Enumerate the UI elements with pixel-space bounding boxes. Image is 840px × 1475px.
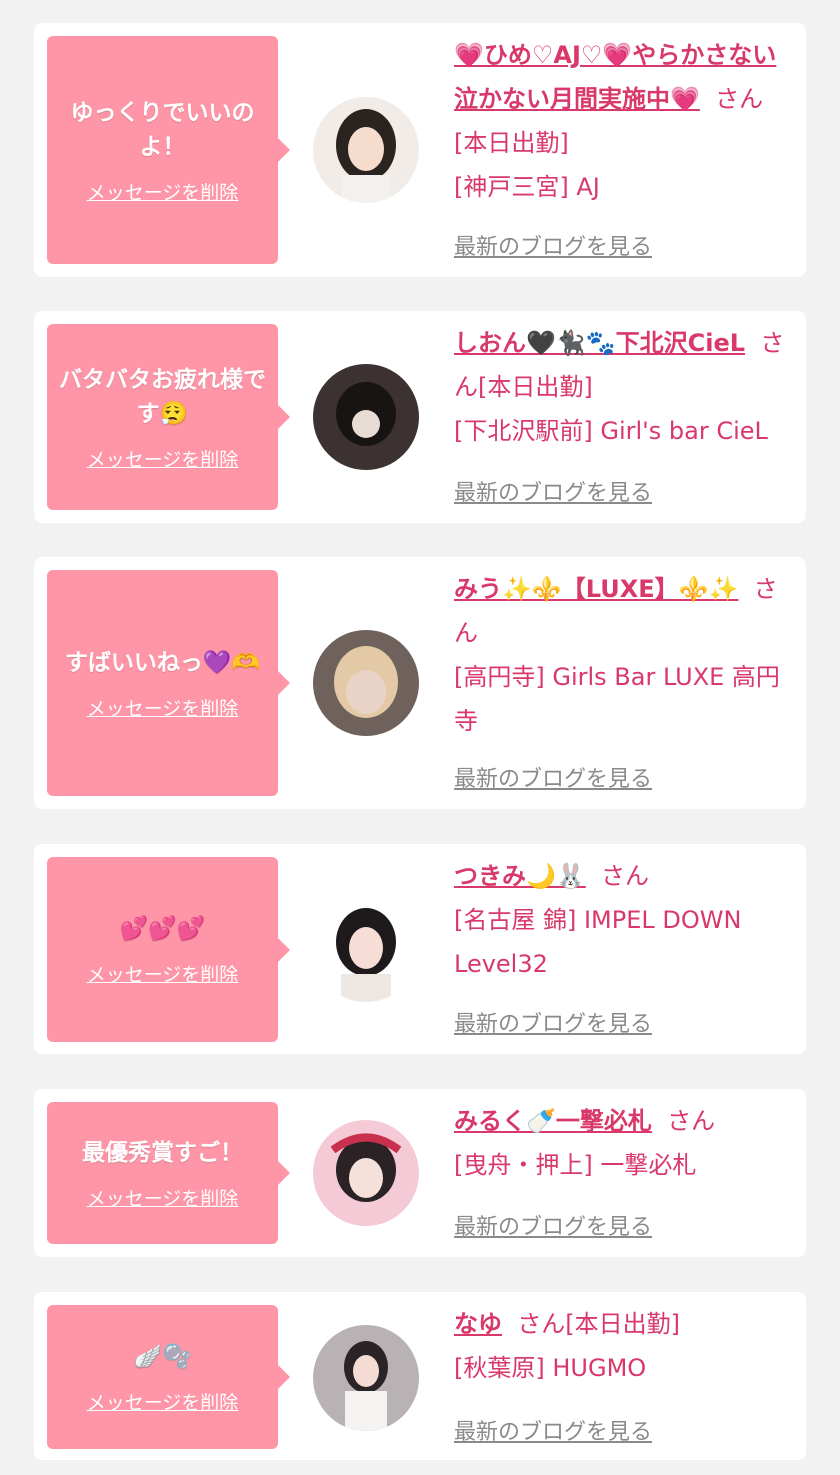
- cast-info: なゆ さん[本日出勤] [秋葉原] HUGMO: [454, 1302, 794, 1390]
- shop-label: [秋葉原] HUGMO: [454, 1354, 647, 1382]
- cast-info: 💗ひめ♡AJ♡💗やらかさない泣かない月間実施中💗 さん[本日出勤] [神戸三宮]…: [454, 33, 794, 209]
- avatar[interactable]: [313, 1120, 419, 1226]
- shop-label: [曳舟・押上] 一撃必札: [454, 1151, 697, 1179]
- cast-name-link[interactable]: しおん🖤🐈‍⬛🐾下北沢CieL: [454, 329, 745, 357]
- cast-info: つきみ🌙🐰 さん [名古屋 錦] IMPEL DOWN Level32: [454, 854, 794, 986]
- message-bubble: 🪽🫧 メッセージを削除: [47, 1305, 290, 1449]
- message-text: 最優秀賞すご！: [82, 1139, 243, 1166]
- message-bubble: 💕💕💕 メッセージを削除: [47, 857, 290, 1042]
- honorific: さん: [517, 1310, 566, 1338]
- latest-blog-link[interactable]: 最新のブログを見る: [454, 1006, 652, 1038]
- avatar[interactable]: [313, 97, 419, 203]
- shop-label: [名古屋 錦] IMPEL DOWN Level32: [454, 906, 742, 978]
- message-card: 💕💕💕 メッセージを削除 つきみ🌙🐰 さん [名古屋 錦] IMPEL DOWN…: [34, 844, 806, 1054]
- latest-blog-link[interactable]: 最新のブログを見る: [454, 761, 652, 793]
- cast-name-link[interactable]: みるく🍼一撃必札: [454, 1107, 652, 1135]
- message-text: 💕💕💕: [119, 916, 206, 942]
- cast-info: みるく🍼一撃必札 さん [曳舟・押上] 一撃必札: [454, 1099, 794, 1187]
- attendance-status: [本日出勤]: [565, 1310, 680, 1338]
- latest-blog-link[interactable]: 最新のブログを見る: [454, 1209, 652, 1241]
- delete-message-link[interactable]: メッセージを削除: [87, 1184, 239, 1211]
- attendance-status: [本日出勤]: [478, 373, 593, 401]
- avatar[interactable]: [313, 630, 419, 736]
- cast-name-link[interactable]: つきみ🌙🐰: [454, 862, 586, 890]
- latest-blog-link[interactable]: 最新のブログを見る: [454, 229, 652, 261]
- message-text: すばいいねっ💜🫶: [64, 649, 261, 676]
- shop-label: [高円寺] Girls Bar LUXE 高円寺: [454, 663, 780, 735]
- cast-name-link[interactable]: なゆ: [454, 1310, 502, 1338]
- honorific: さん: [715, 85, 764, 113]
- shop-label: [下北沢駅前] Girl's bar CieL: [454, 417, 768, 445]
- delete-message-link[interactable]: メッセージを削除: [87, 178, 239, 205]
- message-text: 🪽🫧: [133, 1343, 192, 1370]
- message-bubble: 最優秀賞すご！ メッセージを削除: [47, 1102, 290, 1244]
- message-text: バタバタお疲れ様です😮‍💨: [59, 366, 266, 427]
- delete-message-link[interactable]: メッセージを削除: [87, 960, 239, 987]
- delete-message-link[interactable]: メッセージを削除: [87, 694, 239, 721]
- message-bubble: すばいいねっ💜🫶 メッセージを削除: [47, 570, 290, 796]
- delete-message-link[interactable]: メッセージを削除: [87, 1388, 239, 1415]
- cast-info: しおん🖤🐈‍⬛🐾下北沢CieL さん[本日出勤] [下北沢駅前] Girl's …: [454, 321, 794, 453]
- message-bubble: ゆっくりでいいのよ！ メッセージを削除: [47, 36, 290, 264]
- message-card: ゆっくりでいいのよ！ メッセージを削除 💗ひめ♡AJ♡💗やらかさない泣かない月間…: [34, 23, 806, 277]
- delete-message-link[interactable]: メッセージを削除: [87, 445, 239, 472]
- avatar[interactable]: [313, 364, 419, 470]
- message-card: 最優秀賞すご！ メッセージを削除 みるく🍼一撃必札 さん [曳舟・押上] 一撃必…: [34, 1089, 806, 1257]
- latest-blog-link[interactable]: 最新のブログを見る: [454, 1414, 652, 1446]
- avatar[interactable]: [313, 1325, 419, 1431]
- message-text: ゆっくりでいいのよ！: [70, 99, 255, 160]
- message-card: 🪽🫧 メッセージを削除 なゆ さん[本日出勤] [秋葉原] HUGMO 最新のブ…: [34, 1292, 806, 1460]
- shop-label: [神戸三宮] AJ: [454, 173, 600, 201]
- message-card: バタバタお疲れ様です😮‍💨 メッセージを削除 しおん🖤🐈‍⬛🐾下北沢CieL さ…: [34, 311, 806, 523]
- cast-info: みう✨⚜️【LUXE】⚜️✨ さん [高円寺] Girls Bar LUXE 高…: [454, 567, 794, 743]
- message-card: すばいいねっ💜🫶 メッセージを削除 みう✨⚜️【LUXE】⚜️✨ さん [高円寺…: [34, 557, 806, 809]
- latest-blog-link[interactable]: 最新のブログを見る: [454, 475, 652, 507]
- avatar[interactable]: [313, 896, 419, 1002]
- cast-name-link[interactable]: みう✨⚜️【LUXE】⚜️✨: [454, 575, 738, 603]
- honorific: さん: [667, 1107, 716, 1135]
- honorific: さん: [601, 862, 650, 890]
- message-bubble: バタバタお疲れ様です😮‍💨 メッセージを削除: [47, 324, 290, 510]
- attendance-status: [本日出勤]: [454, 129, 569, 157]
